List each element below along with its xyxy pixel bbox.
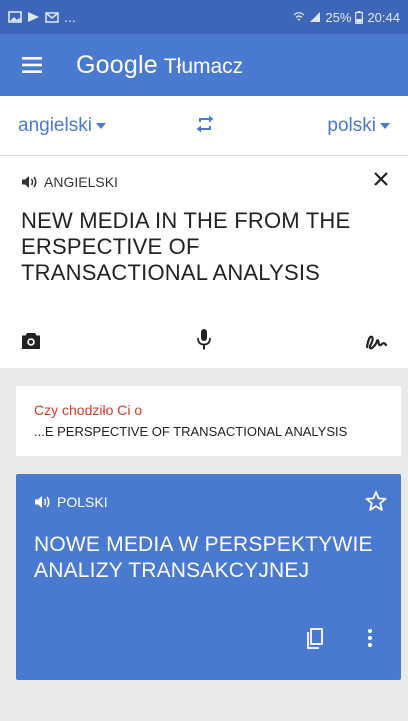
target-language-header: POLSKI (34, 494, 108, 510)
microphone-icon[interactable] (196, 328, 212, 357)
product-name: Tłumacz (163, 54, 244, 78)
target-language-heading: POLSKI (57, 494, 108, 510)
status-bar: ... 25% 20:44 (0, 0, 408, 34)
source-language-heading: ANGIELSKI (44, 174, 118, 190)
play-notification-icon (28, 12, 39, 22)
signal-icon (310, 12, 321, 22)
wifi-icon (293, 12, 305, 21)
battery-percent: 25% (325, 9, 352, 25)
dropdown-arrow-icon (95, 123, 106, 129)
source-text-input[interactable]: NEW MEDIA IN THE FROM THE ERSPECTIVE OF … (21, 208, 391, 286)
suggestion-text[interactable]: ...E PERSPECTIVE OF TRANSACTIONAL ANALYS… (34, 424, 347, 439)
translation-result-card: POLSKI NOWE MEDIA W PERSPEKTYWIE ANALIZY… (16, 474, 401, 680)
app-title: Google Tłumacz (76, 51, 243, 80)
target-language-label: polski (327, 115, 376, 136)
clock: 20:44 (367, 9, 400, 25)
copy-icon[interactable] (306, 628, 324, 655)
source-language-label: angielski (18, 115, 92, 136)
menu-icon[interactable] (0, 34, 64, 96)
mail-notification-icon (45, 11, 59, 23)
dropdown-arrow-icon (380, 123, 390, 129)
notification-icons: ... (8, 9, 76, 25)
input-tools (0, 328, 408, 364)
gallery-notification-icon (8, 11, 22, 23)
close-icon[interactable] (370, 168, 392, 195)
speaker-icon[interactable] (34, 495, 51, 509)
brand-name: Google (76, 50, 158, 79)
suggestion-card[interactable]: Czy chodziło Ci o ...E PERSPECTIVE OF TR… (16, 386, 401, 456)
suggestion-label: Czy chodziło Ci o (34, 402, 143, 418)
battery-icon (355, 10, 364, 24)
handwriting-icon[interactable] (364, 332, 388, 357)
input-card: ANGIELSKI NEW MEDIA IN THE FROM THE ERSP… (0, 156, 408, 368)
camera-icon[interactable] (21, 332, 41, 355)
more-options-icon[interactable] (367, 628, 373, 653)
source-language-selector[interactable]: angielski (18, 115, 106, 137)
source-language-header: ANGIELSKI (21, 174, 118, 190)
system-indicators: 25% 20:44 (293, 10, 400, 25)
speaker-icon[interactable] (21, 175, 38, 189)
language-bar: angielski polski (0, 96, 408, 156)
swap-languages-icon[interactable] (194, 114, 216, 139)
more-notifications-icon: ... (64, 9, 76, 25)
translated-text: NOWE MEDIA W PERSPEKTYWIE ANALIZY TRANSA… (34, 533, 373, 582)
target-language-selector[interactable]: polski (327, 115, 390, 137)
star-icon[interactable] (365, 490, 387, 517)
app-bar: Google Tłumacz (0, 34, 408, 96)
